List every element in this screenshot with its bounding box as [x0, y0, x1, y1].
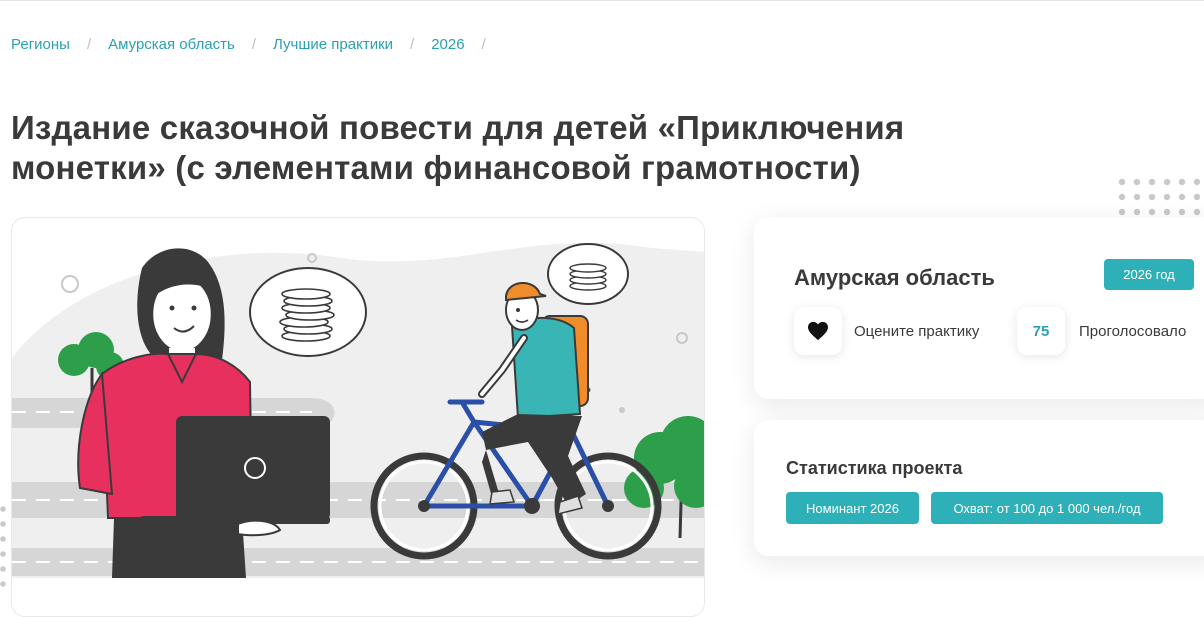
decorative-dots — [1118, 178, 1201, 216]
breadcrumb-best-practices[interactable]: Лучшие практики — [273, 36, 393, 53]
votes-count: 75 — [1017, 307, 1065, 355]
region-name: Амурская область — [794, 265, 995, 290]
breadcrumb: Регионы / Амурская область / Лучшие прак… — [11, 36, 503, 53]
rate-practice-label: Оцените практику — [854, 323, 980, 340]
top-divider — [0, 0, 1204, 1]
breadcrumb-amur-region[interactable]: Амурская область — [108, 36, 235, 53]
nominee-tag: Номинант 2026 — [786, 492, 919, 524]
breadcrumb-regions[interactable]: Регионы — [11, 36, 70, 53]
breadcrumb-separator: / — [481, 36, 486, 53]
region-card: Амурская область 2026 год Оцените практи… — [754, 217, 1204, 399]
page-title-line-1: Издание сказочной повести для детей «При… — [11, 109, 905, 146]
practice-illustration — [11, 217, 705, 617]
page-title: Издание сказочной повести для детей «При… — [11, 108, 971, 188]
page-title-line-2: монетки» (с элементами финансовой грамот… — [11, 149, 861, 186]
illustration-graphic — [12, 242, 704, 578]
rate-practice-button[interactable] — [794, 307, 842, 355]
breadcrumb-year[interactable]: 2026 — [431, 36, 464, 53]
breadcrumb-separator: / — [410, 36, 415, 53]
breadcrumb-separator: / — [251, 36, 257, 53]
reach-tag: Охват: от 100 до 1 000 чел./год — [931, 492, 1163, 524]
project-stats-card: Статистика проекта Номинант 2026 Охват: … — [754, 420, 1204, 556]
stats-title: Статистика проекта — [786, 458, 963, 478]
votes-label: Проголосовало — [1079, 323, 1187, 340]
heart-icon — [808, 321, 828, 341]
year-badge: 2026 год — [1104, 259, 1194, 290]
breadcrumb-separator: / — [86, 36, 92, 53]
